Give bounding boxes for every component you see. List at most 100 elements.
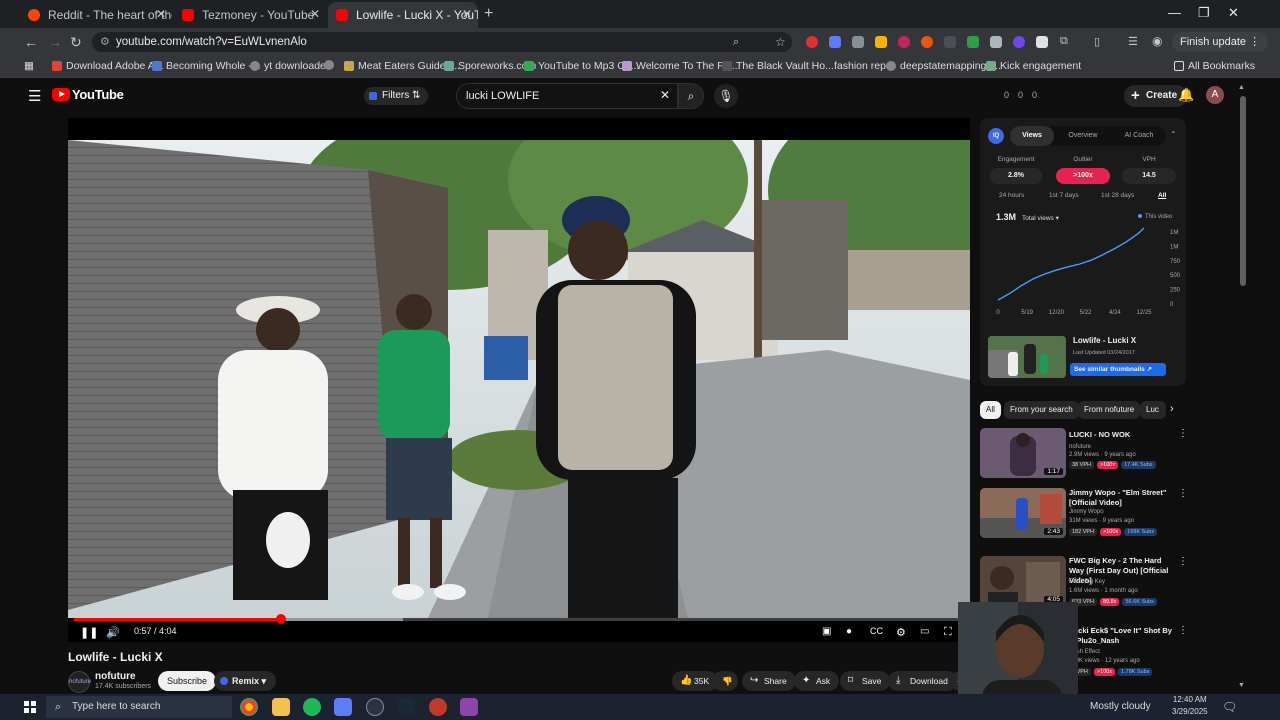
search-button[interactable]: ⌕: [678, 83, 704, 109]
bookmark-item[interactable]: fashion reps: [834, 60, 891, 72]
close-window-icon[interactable]: ✕: [1228, 5, 1239, 21]
pause-icon[interactable]: ❚❚: [80, 626, 98, 639]
bookmark-item[interactable]: Meat Eaters Guide t...: [344, 60, 460, 72]
chip-from-channel[interactable]: From nofuture: [1078, 401, 1141, 419]
notifications-bell-icon[interactable]: 🔔: [1178, 87, 1194, 103]
bookmark-item[interactable]: The Black Vault Ho...: [722, 60, 834, 72]
download-button[interactable]: ⤓ Download: [888, 671, 957, 691]
windows-start-icon[interactable]: [24, 701, 36, 713]
side-panel-icon[interactable]: ▯: [1094, 35, 1100, 48]
video-thumbnail[interactable]: [988, 336, 1066, 378]
recommended-video[interactable]: 1:17 LUCKI - NO WOK nofuture 2.9M views …: [980, 428, 1188, 484]
reload-icon[interactable]: ↻: [70, 34, 82, 51]
page-scrollbar-thumb[interactable]: [1240, 96, 1246, 286]
collapse-icon[interactable]: ⌃: [1170, 130, 1177, 139]
tab-overview[interactable]: Overview: [1056, 126, 1110, 146]
bookmark-item[interactable]: Becoming Whole -...: [152, 60, 261, 72]
bookmark-star-icon[interactable]: ☆: [775, 35, 786, 49]
miniplayer-icon[interactable]: ▭: [920, 626, 929, 637]
tab-reddit[interactable]: Reddit - The heart of the interne ✕: [20, 2, 172, 28]
app-icon[interactable]: [429, 698, 447, 716]
autoplay-toggle-icon[interactable]: ●: [846, 626, 852, 637]
extension-icon[interactable]: [1013, 36, 1025, 48]
recommended-channel[interactable]: Jimmy Wopo: [1069, 509, 1104, 515]
media-controls-icon[interactable]: ☰: [1128, 35, 1138, 48]
restore-icon[interactable]: ❐: [1198, 5, 1210, 21]
fullscreen-icon[interactable]: ⛶: [944, 626, 952, 639]
extension-counters[interactable]: 0 0 0: [1004, 90, 1037, 100]
extension-icon[interactable]: [829, 36, 841, 48]
tab-lowlife[interactable]: Lowlife - Lucki X - YouTube ✕: [328, 2, 478, 28]
more-options-icon[interactable]: ⋮: [1178, 488, 1188, 499]
close-tab-icon[interactable]: ✕: [462, 7, 472, 21]
minimize-icon[interactable]: —: [1168, 5, 1181, 20]
extension-icon[interactable]: [921, 36, 933, 48]
video-player[interactable]: ❚❚ 🔊 0:57 / 4:04 ▣ ● CC ⚙ ▭ ⛶: [68, 118, 970, 642]
notification-center-icon[interactable]: 🗨: [1222, 700, 1237, 714]
steam-icon[interactable]: [397, 698, 415, 716]
all-bookmarks-button[interactable]: All Bookmarks: [1174, 60, 1255, 72]
range-7d[interactable]: 1st 7 days: [1049, 192, 1079, 199]
progress-bar[interactable]: [74, 614, 964, 624]
hamburger-menu-icon[interactable]: ☰: [28, 87, 41, 105]
back-icon[interactable]: ←: [24, 34, 38, 50]
recommended-video[interactable]: 2:43 Jimmy Wopo - "Elm Street" [Official…: [980, 488, 1188, 544]
remix-button[interactable]: Remix ▾: [214, 671, 277, 691]
extension-icon[interactable]: [806, 36, 818, 48]
bookmark-item[interactable]: Sporeworks.com: [444, 60, 536, 72]
more-options-icon[interactable]: ⋮: [1178, 625, 1188, 636]
taskbar-search-input[interactable]: ⌕ Type here to search: [46, 696, 232, 718]
range-28d[interactable]: 1st 28 days: [1101, 192, 1134, 199]
media-player-icon[interactable]: [366, 698, 384, 716]
extension-player-icon[interactable]: ▣: [822, 626, 831, 637]
youtube-logo-icon[interactable]: [52, 88, 70, 101]
voice-search-button[interactable]: 🎙: [714, 84, 738, 108]
account-avatar[interactable]: A: [1206, 86, 1224, 104]
recommended-thumbnail[interactable]: 4:05: [980, 556, 1066, 606]
chip-from-search[interactable]: From your search: [1004, 401, 1079, 419]
extension-logo[interactable]: IQ: [988, 128, 1004, 144]
more-options-icon[interactable]: ⋮: [1178, 428, 1188, 439]
recommended-title[interactable]: Lucki Eck$ "Love It" Shot By @Plu2o_Nash: [1069, 626, 1175, 646]
bookmark-item[interactable]: Kick engagement: [986, 60, 1081, 72]
site-info-icon[interactable]: ⚙: [100, 32, 110, 52]
clear-search-icon[interactable]: ✕: [660, 88, 670, 102]
youtube-logo-text[interactable]: YouTube: [72, 87, 124, 102]
scroll-up-icon[interactable]: ▲: [1238, 84, 1245, 91]
weather-status[interactable]: Mostly cloudy: [1090, 701, 1151, 712]
close-tab-icon[interactable]: ✕: [310, 7, 320, 21]
system-clock[interactable]: 12:40 AM 3/29/2025: [1172, 694, 1208, 718]
tab-ai-coach[interactable]: AI Coach: [1112, 126, 1166, 146]
dislike-button[interactable]: 👎: [712, 671, 738, 691]
app-icon[interactable]: [460, 698, 478, 716]
app-icon[interactable]: [334, 698, 352, 716]
recommended-title[interactable]: Jimmy Wopo - "Elm Street" [Official Vide…: [1069, 488, 1175, 508]
bookmark-item[interactable]: deepstatemappingp...: [886, 60, 1001, 72]
filters-button[interactable]: Filters ⇅: [364, 87, 429, 105]
extension-icon[interactable]: [898, 36, 910, 48]
channel-name[interactable]: nofuture: [95, 671, 136, 682]
share-button[interactable]: ↪ Share: [742, 671, 796, 691]
settings-gear-icon[interactable]: ⚙: [896, 626, 906, 639]
extension-icon[interactable]: [875, 36, 887, 48]
tab-views[interactable]: Views: [1010, 126, 1054, 146]
save-button[interactable]: ⌑ Save: [840, 671, 891, 691]
volume-icon[interactable]: 🔊: [106, 626, 120, 639]
chip-more[interactable]: Luc: [1140, 401, 1166, 419]
recommended-channel[interactable]: FWC Big Key: [1069, 579, 1105, 585]
address-bar[interactable]: ⚙ youtube.com/watch?v=EuWLvnenAlo: [92, 32, 792, 52]
chevron-right-icon[interactable]: ›: [1170, 403, 1174, 415]
bookmark-item[interactable]: yt downloader: [250, 60, 329, 72]
close-tab-icon[interactable]: ✕: [156, 7, 166, 21]
tab-tezmoney[interactable]: Tezmoney - YouTube ✕: [174, 2, 326, 28]
range-all[interactable]: All: [1158, 192, 1166, 199]
extension-icon[interactable]: [990, 36, 1002, 48]
scrubber-handle[interactable]: [276, 614, 287, 624]
finish-update-button[interactable]: Finish update ⋮: [1172, 32, 1269, 52]
see-similar-thumbnails-button[interactable]: See similar thumbnails ↗: [1070, 363, 1167, 376]
file-explorer-icon[interactable]: [272, 698, 290, 716]
range-24h[interactable]: 24 hours: [999, 192, 1024, 199]
more-options-icon[interactable]: ⋮: [1178, 556, 1188, 567]
bookmark-item[interactable]: Download Adobe A...: [52, 60, 164, 72]
extension-icon[interactable]: [1036, 36, 1048, 48]
